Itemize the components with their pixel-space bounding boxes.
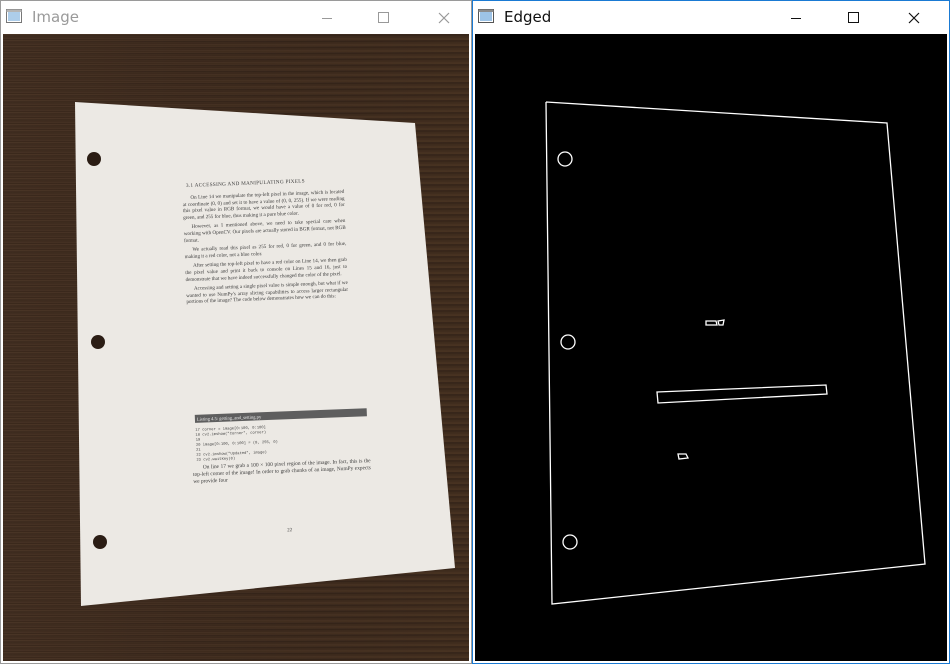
doc-body: On Line 14 we manipulate the top-left pi… [182, 188, 349, 306]
doc-paragraph: After setting the top-left pixel to have… [185, 257, 348, 283]
document-photo: 3.1 ACCESSING AND MANIPULATING PIXELS On… [3, 34, 469, 661]
minimize-icon [322, 17, 332, 19]
close-button[interactable] [421, 1, 467, 34]
image-titlebar[interactable]: Image [1, 1, 471, 34]
app-window-icon [6, 9, 22, 23]
close-icon [908, 12, 920, 23]
minimize-button[interactable] [304, 1, 350, 34]
edge-map [475, 34, 947, 661]
window-title: Edged [504, 8, 552, 26]
app-window-icon [478, 9, 494, 23]
minimize-button[interactable] [773, 1, 819, 34]
punch-hole [93, 535, 107, 549]
edged-canvas [475, 34, 947, 661]
close-button[interactable] [891, 1, 937, 34]
edged-titlebar[interactable]: Edged [473, 1, 949, 34]
maximize-button[interactable] [361, 1, 407, 34]
maximize-icon [848, 11, 859, 23]
image-canvas: 3.1 ACCESSING AND MANIPULATING PIXELS On… [3, 34, 469, 661]
doc-paragraph: However, as I mentioned above, we need t… [183, 218, 346, 244]
page-number: 22 [287, 528, 293, 533]
image-window[interactable]: Image 3.1 ACCESSING AND MANIPULATING PIX… [0, 0, 472, 664]
punch-hole [87, 152, 101, 166]
doc-paragraph: On Line 14 we manipulate the top-left pi… [182, 188, 345, 221]
minimize-icon [791, 17, 801, 19]
close-icon [438, 12, 450, 23]
doc-paragraph: Accessing and setting a single pixel val… [186, 279, 349, 306]
window-title: Image [32, 8, 79, 26]
punch-hole [91, 335, 105, 349]
maximize-button[interactable] [831, 1, 877, 34]
maximize-icon [378, 11, 389, 23]
edged-window[interactable]: Edged [472, 0, 950, 664]
